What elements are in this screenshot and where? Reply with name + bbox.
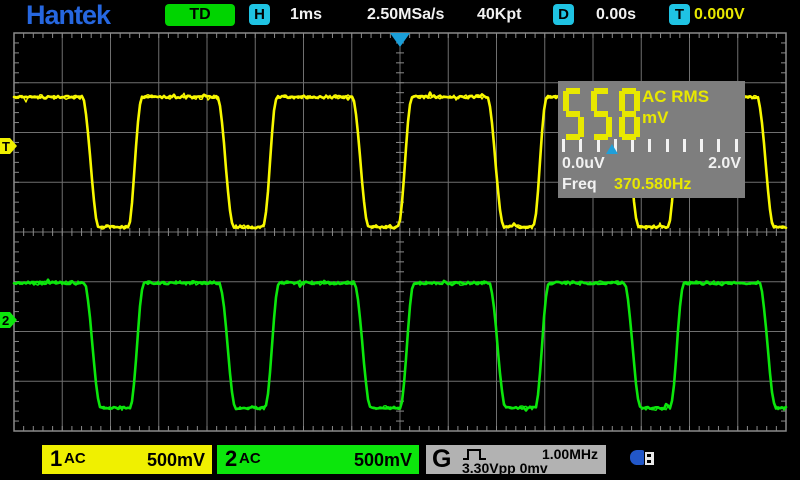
measurement-unit: mV	[642, 108, 668, 128]
scale-min-label: 0.0uV	[562, 155, 605, 173]
freq-label: Freq	[562, 176, 597, 194]
channel-1-number: 1	[50, 446, 62, 472]
square-wave-icon	[462, 447, 488, 461]
measurement-panel: AC RMS mV 0.0uV 2.0V Freq 370.580Hz	[558, 81, 745, 198]
channel-2-scale: 500mV	[354, 450, 412, 471]
channel-1-scale: 500mV	[147, 450, 205, 471]
trigger-badge[interactable]: T	[669, 4, 690, 25]
scale-tick	[735, 139, 738, 152]
seven-segment-readout	[563, 86, 645, 142]
sample-rate: 2.50MSa/s	[367, 6, 444, 24]
channel-2-number: 2	[225, 446, 237, 472]
channel-1-coupling: AC	[64, 450, 86, 467]
delay-badge[interactable]: D	[553, 4, 574, 25]
bottom-status-bar: 1 AC 500mV 2 AC 500mV G 1.00MHz 3.30Vpp …	[0, 443, 800, 480]
brand-logo: Hantek	[26, 0, 110, 31]
memory-depth: 40Kpt	[477, 6, 521, 24]
scope-display: T2	[0, 0, 800, 480]
channel-2-box[interactable]: 2 AC 500mV	[217, 445, 419, 474]
generator-box[interactable]: G 1.00MHz 3.30Vpp 0mv	[426, 445, 606, 474]
generator-amplitude: 3.30Vpp	[462, 460, 516, 476]
svg-text:2: 2	[2, 313, 9, 328]
scale-tick	[648, 139, 651, 152]
delay-value[interactable]: 0.00s	[596, 6, 636, 24]
channel-2-coupling: AC	[239, 450, 261, 467]
trigger-status-badge[interactable]: TD	[165, 4, 235, 26]
channel-1-box[interactable]: 1 AC 500mV	[42, 445, 212, 474]
generator-label: G	[432, 445, 451, 474]
scale-tick	[683, 139, 686, 152]
measurement-type: AC RMS	[642, 87, 709, 107]
scale-max-label: 2.0V	[708, 155, 741, 173]
usb-device-icon	[630, 449, 658, 467]
trigger-position-marker[interactable]	[390, 33, 410, 47]
scale-marker-icon	[606, 144, 618, 154]
svg-text:T: T	[2, 139, 10, 154]
freq-value: 370.580Hz	[614, 176, 691, 194]
scale-tick	[700, 139, 703, 152]
scale-tick	[666, 139, 669, 152]
timebase-value[interactable]: 1ms	[290, 6, 322, 24]
horizontal-badge[interactable]: H	[249, 4, 270, 25]
generator-offset: 0mv	[520, 460, 548, 476]
top-status-bar: Hantek TD H 1ms 2.50MSa/s 40Kpt D 0.00s …	[0, 0, 800, 30]
trigger-level-value[interactable]: 0.000V	[694, 6, 745, 24]
scale-tick	[717, 139, 720, 152]
